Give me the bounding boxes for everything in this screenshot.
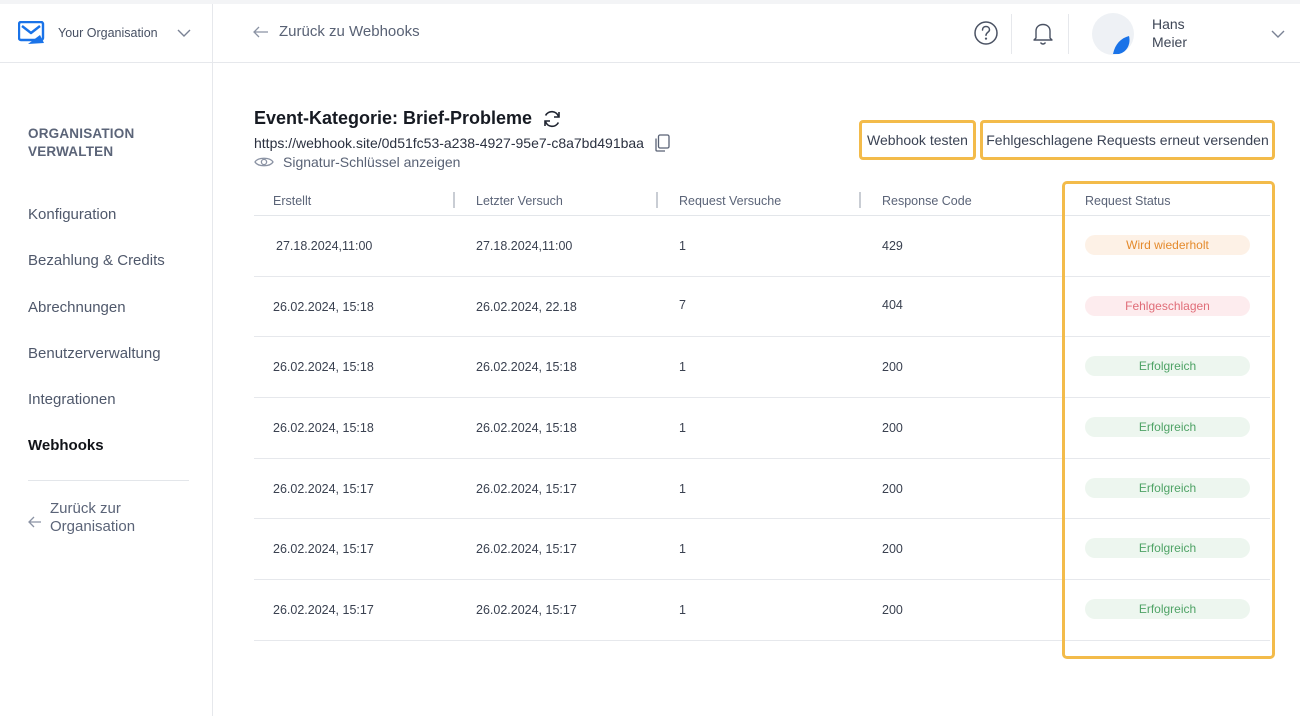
topbar-divider xyxy=(1068,14,1069,54)
column-header-request-status[interactable]: Request Status xyxy=(1085,194,1170,208)
page-title: Event-Kategorie: Brief-Probleme xyxy=(254,108,533,128)
column-divider xyxy=(859,192,861,208)
sidebar-item-benutzerverwaltung[interactable]: Benutzerverwaltung xyxy=(28,339,165,385)
back-to-webhooks-label: Zurück zu Webhooks xyxy=(279,23,420,40)
cell-response-code: 404 xyxy=(882,297,903,312)
sidebar: Your Organisation ORGANISATION VERWALTEN… xyxy=(0,4,213,716)
back-to-organisation-link[interactable]: Zurück zur Organisation xyxy=(28,500,170,536)
cell-response-code: 200 xyxy=(882,603,903,618)
help-icon[interactable] xyxy=(973,20,999,46)
status-badge: Erfolgreich xyxy=(1085,599,1250,620)
show-signature-key-label: Signatur-Schlüssel anzeigen xyxy=(283,154,461,170)
column-header-response-code[interactable]: Response Code xyxy=(882,194,972,208)
cell-response-code: 429 xyxy=(882,239,903,253)
table-row[interactable]: 26.02.2024, 15:18 26.02.2024, 15:18 1 20… xyxy=(254,337,1270,399)
column-header-attempts[interactable]: Request Versuche xyxy=(679,194,781,208)
cell-attempts: 1 xyxy=(679,421,686,436)
sidebar-item-bezahlung[interactable]: Bezahlung & Credits xyxy=(28,246,165,292)
status-badge: Fehlgeschlagen xyxy=(1085,295,1250,316)
cell-last-attempt: 26.02.2024, 15:17 xyxy=(476,481,577,496)
status-badge: Wird wiederholt xyxy=(1085,235,1250,255)
webhook-url: https://webhook.site/0d51fc53-a238-4927-… xyxy=(254,135,644,151)
sidebar-item-webhooks[interactable]: Webhooks xyxy=(28,431,165,477)
sidebar-heading: ORGANISATION VERWALTEN xyxy=(28,126,135,159)
copy-icon[interactable] xyxy=(654,134,670,152)
status-badge: Erfolgreich xyxy=(1085,538,1250,559)
cell-created: 26.02.2024, 15:17 xyxy=(273,542,374,557)
cell-response-code: 200 xyxy=(882,421,903,436)
main-content: Event-Kategorie: Brief-Probleme https://… xyxy=(213,64,1300,716)
status-badge: Erfolgreich xyxy=(1085,417,1250,438)
cell-last-attempt: 26.02.2024, 15:18 xyxy=(476,360,577,375)
cell-last-attempt: 26.02.2024, 15:17 xyxy=(476,603,577,618)
avatar xyxy=(1092,13,1134,55)
table-row[interactable]: 26.02.2024, 15:17 26.02.2024, 15:17 1 20… xyxy=(254,519,1270,581)
sidebar-item-abrechnungen[interactable]: Abrechnungen xyxy=(28,293,165,339)
sidebar-nav: Konfiguration Bezahlung & Credits Abrech… xyxy=(28,200,165,478)
resend-failed-requests-button[interactable]: Fehlgeschlagene Requests erneut versende… xyxy=(980,120,1275,160)
table-header: Erstellt Letzter Versuch Request Versuch… xyxy=(254,182,1270,216)
cell-created: 27.18.2024,11:00 xyxy=(276,239,373,253)
table-row[interactable]: 26.02.2024, 15:18 26.02.2024, 22.18 7 40… xyxy=(254,277,1270,338)
cell-created: 26.02.2024, 15:18 xyxy=(273,421,374,436)
cell-attempts: 1 xyxy=(679,360,686,375)
test-webhook-button[interactable]: Webhook testen xyxy=(859,120,976,160)
app-window: Your Organisation ORGANISATION VERWALTEN… xyxy=(0,4,1300,716)
eye-icon xyxy=(254,157,274,167)
column-divider xyxy=(656,192,658,208)
top-bar: Zurück zu Webhooks Hans Meier xyxy=(213,4,1300,63)
cell-last-attempt: 26.02.2024, 22.18 xyxy=(476,299,577,314)
bell-icon[interactable] xyxy=(1031,20,1055,46)
requests-table: Erstellt Letzter Versuch Request Versuch… xyxy=(254,182,1270,641)
cell-response-code: 200 xyxy=(882,481,903,496)
webhook-url-row: https://webhook.site/0d51fc53-a238-4927-… xyxy=(254,134,670,152)
cell-attempts: 1 xyxy=(679,603,686,618)
refresh-icon[interactable] xyxy=(542,109,562,129)
organisation-switcher[interactable]: Your Organisation xyxy=(0,4,212,63)
status-badge: Erfolgreich xyxy=(1085,477,1250,498)
cell-attempts: 1 xyxy=(679,481,686,496)
mail-logo-icon xyxy=(18,21,45,44)
table-row[interactable]: 26.02.2024, 15:17 26.02.2024, 15:17 1 20… xyxy=(254,580,1270,641)
cell-last-attempt: 26.02.2024, 15:18 xyxy=(476,421,577,436)
organisation-name: Your Organisation xyxy=(58,26,158,40)
arrow-left-icon xyxy=(28,516,41,528)
sidebar-item-konfiguration[interactable]: Konfiguration xyxy=(28,200,165,246)
table-row[interactable]: 27.18.2024,11:00 27.18.2024,11:00 1 429 … xyxy=(254,216,1270,277)
back-to-webhooks-link[interactable]: Zurück zu Webhooks xyxy=(253,23,420,40)
show-signature-key-link[interactable]: Signatur-Schlüssel anzeigen xyxy=(254,154,460,170)
user-name: Hans Meier xyxy=(1152,16,1188,50)
title-row: Event-Kategorie: Brief-Probleme xyxy=(254,108,562,129)
cell-attempts: 7 xyxy=(679,297,686,312)
cell-attempts: 1 xyxy=(679,239,686,253)
cell-response-code: 200 xyxy=(882,360,903,375)
chevron-down-icon xyxy=(177,29,191,37)
table-row[interactable]: 26.02.2024, 15:18 26.02.2024, 15:18 1 20… xyxy=(254,398,1270,459)
cell-created: 26.02.2024, 15:17 xyxy=(273,603,374,618)
cell-response-code: 200 xyxy=(882,542,903,557)
chevron-down-icon xyxy=(1271,30,1285,38)
cell-attempts: 1 xyxy=(679,542,686,557)
column-header-last-attempt[interactable]: Letzter Versuch xyxy=(476,194,563,208)
cell-created: 26.02.2024, 15:18 xyxy=(273,299,374,314)
cell-created: 26.02.2024, 15:18 xyxy=(273,360,374,375)
table-row[interactable]: 26.02.2024, 15:17 26.02.2024, 15:17 1 20… xyxy=(254,459,1270,520)
arrow-left-icon xyxy=(253,26,268,37)
sidebar-item-integrationen[interactable]: Integrationen xyxy=(28,385,165,431)
topbar-divider xyxy=(1011,14,1012,54)
cell-last-attempt: 27.18.2024,11:00 xyxy=(476,239,573,253)
cell-created: 26.02.2024, 15:17 xyxy=(273,481,374,496)
sidebar-divider xyxy=(28,480,189,481)
cell-last-attempt: 26.02.2024, 15:17 xyxy=(476,542,577,557)
back-to-organisation-label: Zurück zur Organisation xyxy=(50,500,136,535)
status-badge: Erfolgreich xyxy=(1085,356,1250,377)
user-menu[interactable]: Hans Meier xyxy=(1091,12,1296,56)
column-header-created[interactable]: Erstellt xyxy=(273,194,311,208)
column-divider xyxy=(453,192,455,208)
